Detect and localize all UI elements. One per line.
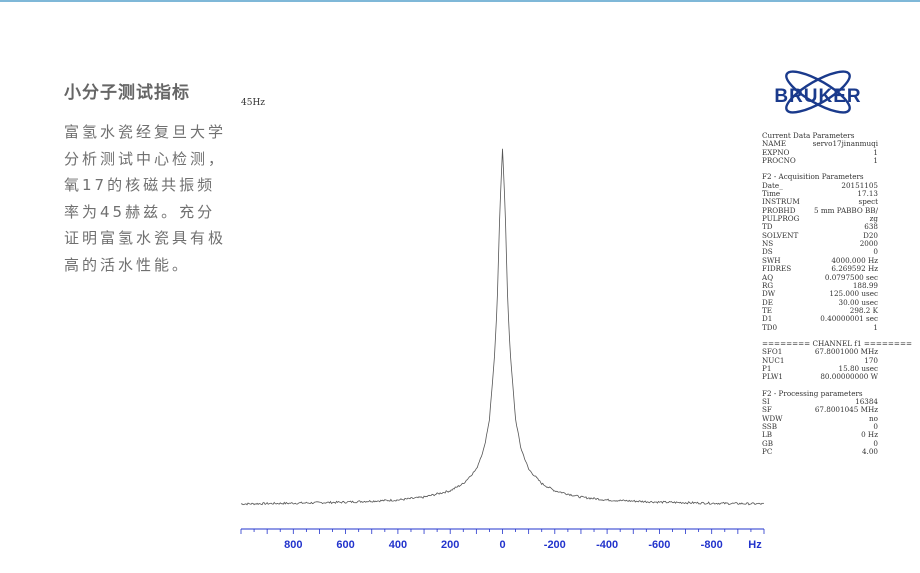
bruker-logo-text: BRUKER [774,86,861,107]
params-row: D1 0.40000001 sec [762,314,878,324]
x-tick-label: 200 [441,539,459,551]
params-row: NS 2000 [762,239,878,248]
atom-orbit-icon: BRUKER [774,70,861,114]
params-row: PULPROG zg [762,214,878,223]
param-value: 0.40000001 sec [820,314,878,324]
param-value: 4.00 [861,447,878,457]
param-value: 1 [873,322,878,332]
bruker-logo: BRUKER [760,62,876,122]
x-axis-unit-label: Hz [748,539,762,551]
x-tick-label: 400 [389,539,407,551]
param-key: PC [762,447,773,457]
param-key: PLW1 [762,372,783,382]
x-tick-label: -200 [544,539,566,551]
params-section: F2 - Processing parameters SI 16384 SF 67.80… [762,389,878,457]
params-row: PLW1 80.00000000 W [762,372,878,382]
param-value: 80.00000000 W [820,372,878,382]
param-value: 1 [873,156,878,166]
params-row: LB 0 Hz [762,430,878,439]
params-row: PROCNO 1 [762,156,878,166]
params-row: TD0 1 [762,322,878,332]
params-section: ======== CHANNEL f1 ======== SFO1 67.80010… [762,339,912,382]
spectrum-trace [240,148,765,506]
params-section: F2 - Acquisition Parameters Date_ 20151105… [762,173,878,332]
x-tick-label: 0 [499,539,505,551]
param-value: 5 mm PABBO BB/ [814,205,878,215]
params-section: Current Data Parameters NAME servo17jinanm… [762,131,878,166]
x-tick-label: -800 [701,539,723,551]
acquisition-parameters-panel: Current Data Parameters NAME servo17jinanm… [762,131,912,464]
x-tick-label: 800 [284,539,302,551]
x-tick-label: -600 [648,539,670,551]
params-row: GB 0 [762,439,878,448]
params-row: PC 4.00 [762,447,878,457]
x-tick-label: -400 [596,539,618,551]
x-tick-label: 600 [336,539,354,551]
x-axis-ticks [240,529,765,534]
param-key: PROCNO [762,156,796,166]
param-key: TD0 [762,322,778,332]
x-axis-tick-labels: 800 600 400 200 0 -200 -400 -600 -800 [284,539,723,551]
param-value: servo17jinanmuqi [812,139,878,149]
params-row: WDW no [762,414,878,423]
